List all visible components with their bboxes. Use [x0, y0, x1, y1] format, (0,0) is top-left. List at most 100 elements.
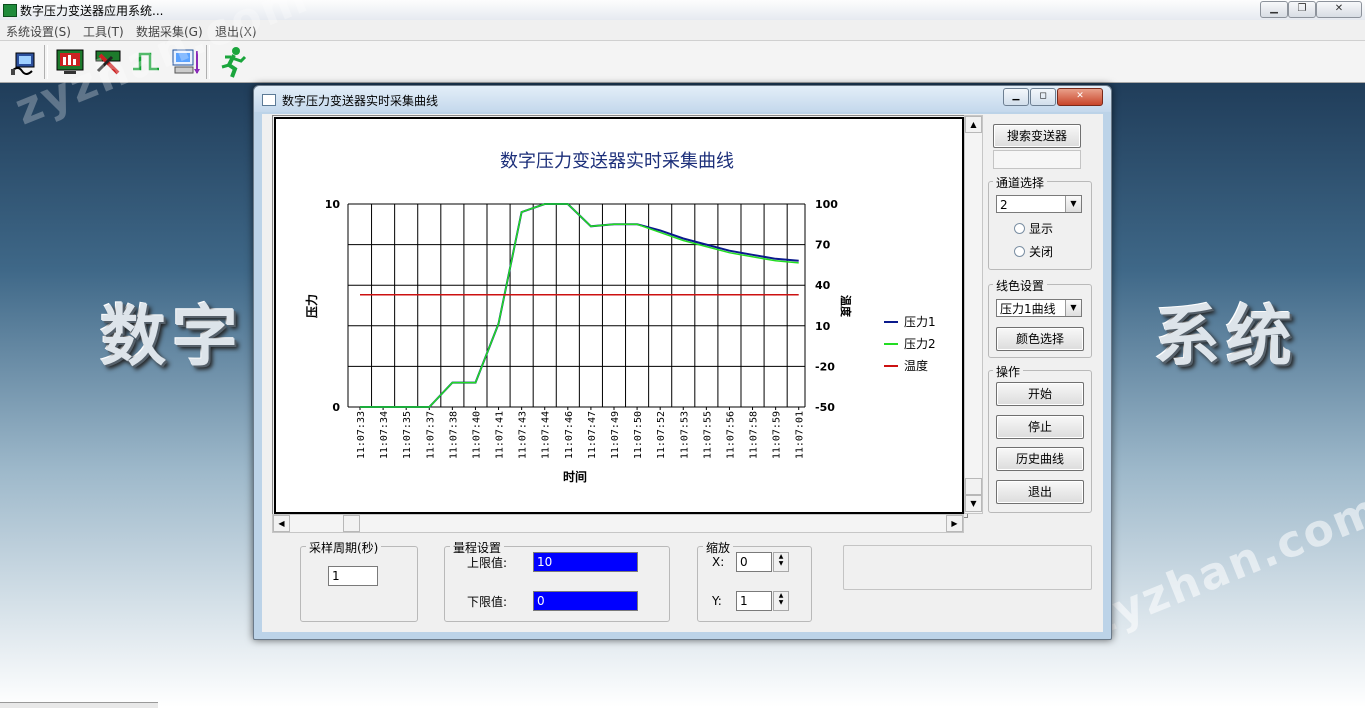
- chart-title: 数字压力变送器实时采集曲线: [500, 151, 734, 172]
- exit-button[interactable]: 退出: [996, 480, 1084, 504]
- status-strip: [0, 702, 158, 708]
- color-select-button[interactable]: 颜色选择: [996, 327, 1084, 351]
- scroll-up-button[interactable]: ▲: [965, 116, 982, 133]
- window-client-area: 数字压力变送器实时采集曲线 11:07:33 11:07:34 11:07:35 11…: [262, 114, 1103, 632]
- scroll-left-button[interactable]: ◀: [273, 515, 290, 532]
- app-title: 数字压力变送器应用系统...: [20, 4, 164, 18]
- maximize-button[interactable]: ❐: [1288, 1, 1316, 18]
- x-tick-label: 11:07:44: [541, 411, 552, 459]
- x-tick-label: 11:07:41: [495, 411, 506, 459]
- lower-limit-input[interactable]: 0: [533, 591, 638, 611]
- x-tick-label: 11:07:38: [448, 411, 459, 459]
- connect-icon[interactable]: [8, 45, 40, 79]
- search-transmitter-button[interactable]: 搜索变送器: [993, 124, 1081, 148]
- realtime-curve-window: 数字压力变送器实时采集曲线 ▁ ◻ ✕ 数字压力变送器实时采集曲线 11:07:…: [253, 85, 1112, 640]
- sample-period-input[interactable]: 1: [328, 566, 378, 586]
- x-tick-label: 11:07:50: [633, 411, 644, 459]
- zoom-group-label: 缩放: [703, 539, 734, 556]
- chevron-down-icon[interactable]: ▼: [1065, 196, 1081, 212]
- y2-tick-label: 100: [815, 198, 838, 211]
- menu-tools[interactable]: 工具(T): [83, 23, 124, 40]
- scroll-right-button[interactable]: ▶: [946, 515, 963, 532]
- y2-tick-label: 40: [815, 279, 831, 292]
- y-tick-label: 10: [325, 198, 341, 211]
- search-progress-bar: [993, 150, 1081, 169]
- close-radio-label: 关闭: [1029, 245, 1054, 259]
- channel-select-value: 2: [1000, 198, 1008, 212]
- maximize-button[interactable]: ◻: [1030, 88, 1056, 106]
- x-tick-label: 11:07:47: [587, 411, 598, 459]
- x-tick-label: 11:07:49: [610, 411, 621, 459]
- zoom-y-label: Y:: [712, 594, 722, 608]
- vertical-scrollbar[interactable]: ▲ ▼: [964, 115, 983, 514]
- x-tick-label: 11:07:35: [402, 411, 413, 459]
- window-title: 数字压力变送器实时采集曲线: [282, 94, 439, 108]
- line-chart: 数字压力变送器实时采集曲线 11:07:33 11:07:34 11:07:35 11…: [304, 151, 936, 484]
- chart-panel: 数字压力变送器实时采集曲线 11:07:33 11:07:34 11:07:35 11…: [274, 117, 964, 514]
- close-radio[interactable]: [1014, 246, 1025, 257]
- scroll-down-button[interactable]: ▼: [965, 495, 982, 512]
- sample-period-label: 采样周期(秒): [306, 539, 382, 556]
- channel-select[interactable]: 2 ▼: [996, 195, 1082, 213]
- window-title-bar: 数字压力变送器实时采集曲线 ▁ ◻ ✕: [254, 86, 1111, 112]
- minimize-button[interactable]: ▁: [1260, 1, 1288, 18]
- legend-label: 温度: [904, 358, 928, 373]
- y2-tick-label: 10: [815, 320, 831, 333]
- banner-text-right: 系统: [1154, 298, 1298, 375]
- upper-limit-input[interactable]: 10: [533, 552, 638, 572]
- legend-label: 压力2: [904, 337, 936, 351]
- chart-grid: 11:07:33 11:07:34 11:07:35 11:07:37 11:07:38…: [325, 198, 839, 459]
- lower-limit-label: 下限值:: [467, 595, 508, 609]
- operations-group-label: 操作: [993, 363, 1024, 380]
- y-tick-label: 0: [332, 401, 340, 414]
- x-tick-label: 11:07:55: [702, 411, 713, 459]
- line-select-value: 压力1曲线: [1000, 302, 1056, 316]
- channel-group-label: 通道选择: [993, 174, 1048, 191]
- start-button[interactable]: 开始: [996, 382, 1084, 406]
- x-tick-label: 11:07:43: [518, 411, 529, 459]
- x-tick-label: 11:07:53: [679, 411, 690, 459]
- history-curve-button[interactable]: 历史曲线: [996, 447, 1084, 471]
- line-select[interactable]: 压力1曲线 ▼: [996, 299, 1082, 317]
- x-tick-label: 11:07:34: [379, 411, 390, 459]
- line-color-group-label: 线色设置: [993, 277, 1048, 294]
- zoom-x-stepper[interactable]: ▲ ▼: [773, 552, 789, 572]
- scroll-down-scroller[interactable]: [965, 478, 982, 495]
- x-tick-label: 11:07:33: [356, 411, 367, 459]
- zoom-y-stepper[interactable]: ▲ ▼: [773, 591, 789, 611]
- close-button[interactable]: ✕: [1316, 1, 1362, 18]
- x-tick-label: 11:07:58: [749, 411, 760, 459]
- stop-button[interactable]: 停止: [996, 415, 1084, 439]
- show-radio-label: 显示: [1029, 222, 1054, 236]
- x-tick-label: 11:07:46: [564, 411, 575, 459]
- app-icon: [3, 4, 17, 17]
- zoom-y-input[interactable]: 1: [736, 591, 772, 611]
- x-tick-label: 11:07:37: [425, 411, 436, 459]
- status-panel: [843, 545, 1092, 590]
- show-radio[interactable]: [1014, 223, 1025, 234]
- x-tick-label: 11:07:52: [656, 411, 667, 459]
- chevron-down-icon[interactable]: ▼: [1065, 300, 1081, 316]
- zoom-x-label: X:: [712, 555, 725, 569]
- window-icon: [262, 94, 276, 106]
- y2-axis-label: 温度: [839, 295, 853, 318]
- menu-system-settings[interactable]: 系统设置(S): [6, 23, 71, 40]
- chart-legend: 压力1 压力2 温度: [884, 315, 936, 373]
- minimize-button[interactable]: ▁: [1003, 88, 1029, 106]
- banner-text-left: 数字: [100, 298, 244, 375]
- close-button[interactable]: ✕: [1057, 88, 1103, 106]
- x-tick-label: 11:07:56: [725, 411, 736, 459]
- y2-tick-label: 70: [815, 239, 831, 252]
- x-tick-label: 11:07:59: [772, 411, 783, 459]
- x-tick-label: 11:07:01: [795, 411, 806, 459]
- legend-label: 压力1: [904, 315, 936, 329]
- y2-tick-label: -20: [815, 360, 835, 373]
- x-axis-label: 时间: [563, 469, 587, 484]
- y2-tick-label: -50: [815, 401, 835, 414]
- zoom-x-input[interactable]: 0: [736, 552, 772, 572]
- horizontal-scrollbar[interactable]: ◀ ▶: [272, 514, 964, 533]
- scroll-thumb[interactable]: [343, 515, 360, 532]
- y-axis-label: 压力: [304, 294, 319, 318]
- upper-limit-label: 上限值:: [467, 556, 508, 570]
- x-tick-label: 11:07:40: [471, 411, 482, 459]
